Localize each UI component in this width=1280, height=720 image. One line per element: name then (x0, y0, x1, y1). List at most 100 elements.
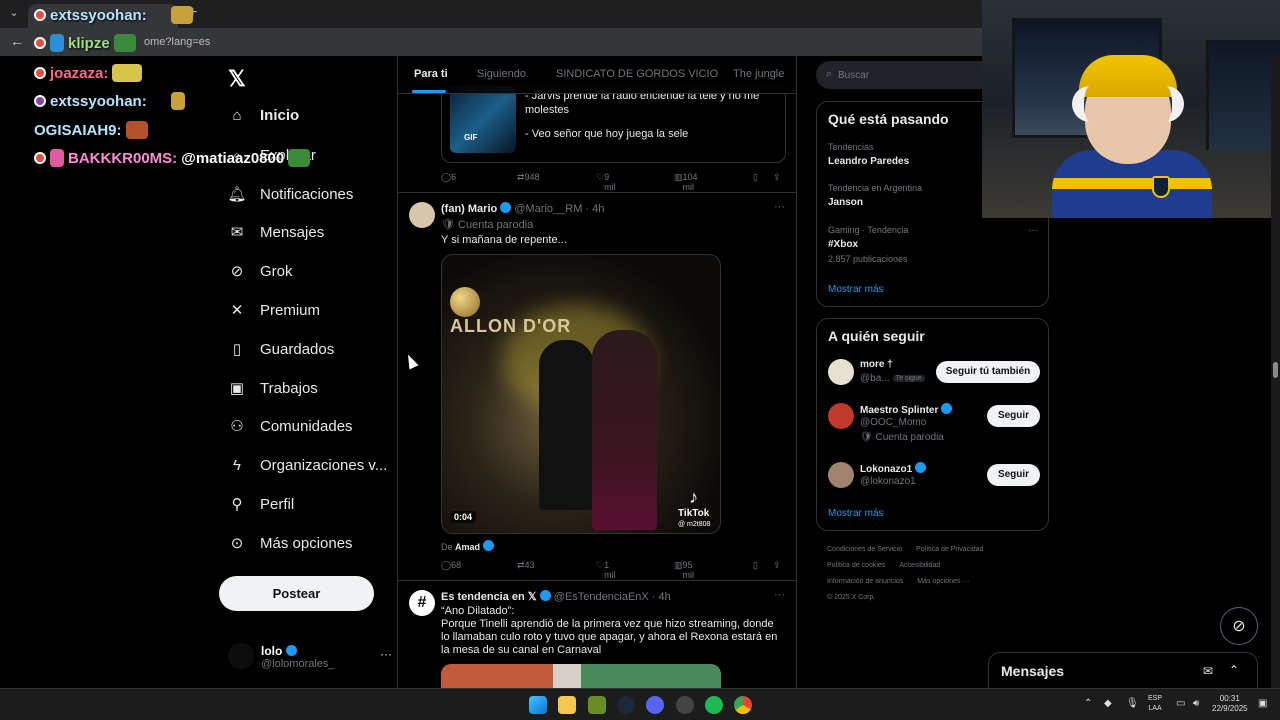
trends-show-more-link[interactable]: Mostrar más (828, 284, 884, 295)
avatar[interactable] (828, 462, 854, 488)
messages-drawer[interactable]: Mensajes ✉ ⌃ (988, 652, 1258, 688)
footer-link[interactable]: Más opciones ··· (917, 578, 969, 585)
nav-item-premium[interactable]: ✕ Premium (228, 301, 320, 320)
footer-link[interactable]: Condiciones de Servicio (827, 546, 902, 553)
new-message-icon[interactable]: ✉ (1203, 664, 1213, 678)
hashtag-avatar-icon[interactable]: # (409, 590, 435, 616)
follow-name: Maestro Splinter (860, 403, 953, 416)
follow-button[interactable]: Seguir (987, 464, 1040, 486)
mail-icon: ✉ (230, 224, 244, 241)
chat-badge-icon (34, 67, 46, 79)
account-handle: @lolomorales_ (261, 658, 335, 670)
follow-show-more-link[interactable]: Mostrar más (828, 508, 884, 519)
attribution-user[interactable]: Amad (455, 542, 480, 552)
nav-item-organizaciones[interactable]: ϟ Organizaciones v... (228, 456, 387, 474)
nav-item-inicio[interactable]: ⌂ Inicio (228, 106, 299, 124)
avatar[interactable] (828, 403, 854, 429)
gif-thumbnail[interactable] (450, 87, 516, 153)
nav-item-trabajos[interactable]: ▣ Trabajos (228, 379, 318, 398)
trend-item[interactable]: Gaming · Tendencia #Xbox 2.857 publicaci… (828, 225, 1038, 264)
footer-link[interactable]: Política de cookies (827, 562, 885, 569)
nav-item-perfil[interactable]: ⚲ Perfil (228, 495, 295, 514)
tab-para-ti[interactable]: Para ti (414, 68, 448, 80)
follow-suggestion[interactable]: more † @ba... Te sigue Seguir tú también (828, 359, 1043, 393)
footer-link[interactable]: Accesibilidad (899, 562, 940, 569)
nav-item-comunidades[interactable]: ⚇ Comunidades (228, 417, 353, 436)
avatar[interactable] (828, 359, 854, 385)
network-icon[interactable]: ▭ (1176, 698, 1185, 709)
follow-back-button[interactable]: Seguir tú también (936, 361, 1040, 383)
footer-link[interactable]: Política de Privacidad (916, 546, 983, 553)
follow-handle: @lokonazo1 (860, 476, 916, 487)
chrome-icon[interactable] (734, 696, 752, 714)
pepe-emote-icon (288, 149, 311, 167)
more-icon[interactable]: ··· (380, 647, 392, 661)
person-icon: ⚲ (231, 496, 243, 513)
windows-start-icon[interactable] (529, 696, 547, 714)
post-button[interactable]: Postear (219, 576, 374, 611)
post-more-icon[interactable]: ··· (774, 589, 785, 601)
bookmark-icon[interactable]: ▯ (753, 172, 758, 183)
reply-button[interactable]: ◯ 68 (441, 560, 461, 571)
like-button[interactable]: ♡ 1 mil (596, 560, 616, 580)
account-switcher[interactable]: lolo @lolomorales_ ··· (228, 641, 392, 671)
tab-sindicato[interactable]: SINDICATO DE GORDOS VICIO (556, 68, 718, 80)
back-icon[interactable]: ← (10, 33, 24, 49)
active-tab-indicator (412, 90, 446, 93)
app-icon[interactable] (588, 696, 606, 714)
follow-suggestion[interactable]: Maestro Splinter @OOC_Momo 🛡︎ Cuenta par… (828, 403, 1043, 447)
file-explorer-icon[interactable] (558, 696, 576, 714)
x-logo-icon[interactable]: 𝕏 (228, 66, 246, 92)
timeline-feed: Para ti Siguiendo SINDICATO DE GORDOS VI… (397, 56, 797, 688)
input-language[interactable]: ESP LAA (1148, 694, 1162, 714)
tab-siguiendo[interactable]: Siguiendo (477, 68, 526, 80)
post-author[interactable]: (fan) Mario @Mario__RM · 4h (441, 202, 604, 215)
bookmark-icon[interactable]: ▯ (753, 560, 758, 571)
chat-line: OGISAIAH9: (34, 121, 148, 139)
repost-button[interactable]: ⇄ 43 (517, 560, 535, 571)
chat-username: klipze (68, 34, 110, 52)
repost-button[interactable]: ⇄ 948 (517, 172, 540, 183)
obs-icon[interactable] (676, 696, 694, 714)
footer-link[interactable]: Información de anuncios (827, 578, 903, 585)
scrollbar-thumb[interactable] (1273, 362, 1278, 378)
chat-badge-icon (34, 95, 46, 107)
tray-chevron-icon[interactable]: ⌃ (1084, 698, 1092, 709)
share-icon[interactable]: ⇪ (773, 172, 781, 183)
post-handle: @EsTendenciaEnX · 4h (553, 591, 671, 603)
nav-item-mensajes[interactable]: ✉ Mensajes (228, 223, 325, 242)
views-button[interactable]: ▥ 95 mil (674, 560, 694, 580)
nav-label: Comunidades (260, 417, 353, 435)
volume-icon[interactable]: 🔊︎ (1193, 698, 1199, 709)
nav-item-guardados[interactable]: ▯ Guardados (228, 340, 335, 359)
follow-button[interactable]: Seguir (987, 405, 1040, 427)
post-image[interactable] (441, 664, 721, 688)
clock[interactable]: 00:31 22/9/2025 (1212, 694, 1248, 714)
nav-item-grok[interactable]: ⊘ Grok (228, 262, 293, 281)
page-scrollbar[interactable] (1271, 56, 1280, 688)
expand-icon[interactable]: ⌃ (1229, 663, 1239, 677)
steam-icon[interactable] (617, 696, 635, 714)
avatar[interactable] (409, 202, 435, 228)
tab-the-jungle[interactable]: The jungle (733, 68, 784, 80)
nav-label: Guardados (260, 340, 335, 358)
trend-more-icon[interactable]: ··· (1028, 225, 1038, 236)
like-button[interactable]: ♡ 9 mil (596, 172, 616, 192)
tray-app-icon[interactable]: ◆ (1104, 698, 1112, 709)
spotify-icon[interactable] (705, 696, 723, 714)
post-video[interactable]: ALLON D'OR 0:04 ♪ TikTok @ m2t808 (441, 254, 721, 534)
quoted-post-card[interactable]: GIF - Jarvis prende la radio enciende la… (441, 86, 786, 163)
nav-item-mas-opciones[interactable]: ⊙ Más opciones (228, 534, 353, 553)
grok-floating-button[interactable]: ⊘ (1220, 607, 1258, 645)
follow-suggestion[interactable]: Lokonazo1 @lokonazo1 Seguir (828, 462, 1043, 496)
post-author[interactable]: Es tendencia en 𝕏 @EsTendenciaEnX · 4h (441, 590, 671, 603)
reply-button[interactable]: ◯ 6 (441, 172, 456, 183)
share-icon[interactable]: ⇪ (773, 560, 781, 571)
post-more-icon[interactable]: ··· (774, 201, 785, 213)
views-button[interactable]: ▥ 104 mil (674, 172, 698, 192)
discord-icon[interactable] (646, 696, 664, 714)
notification-icon[interactable]: ▣ (1258, 698, 1267, 709)
tab-search-dropdown-icon[interactable]: ⌄ (6, 6, 22, 22)
microphone-icon[interactable]: 🎙︎ (1126, 698, 1139, 709)
nav-item-notificaciones[interactable]: 🔔︎ Notificaciones (227, 185, 353, 204)
